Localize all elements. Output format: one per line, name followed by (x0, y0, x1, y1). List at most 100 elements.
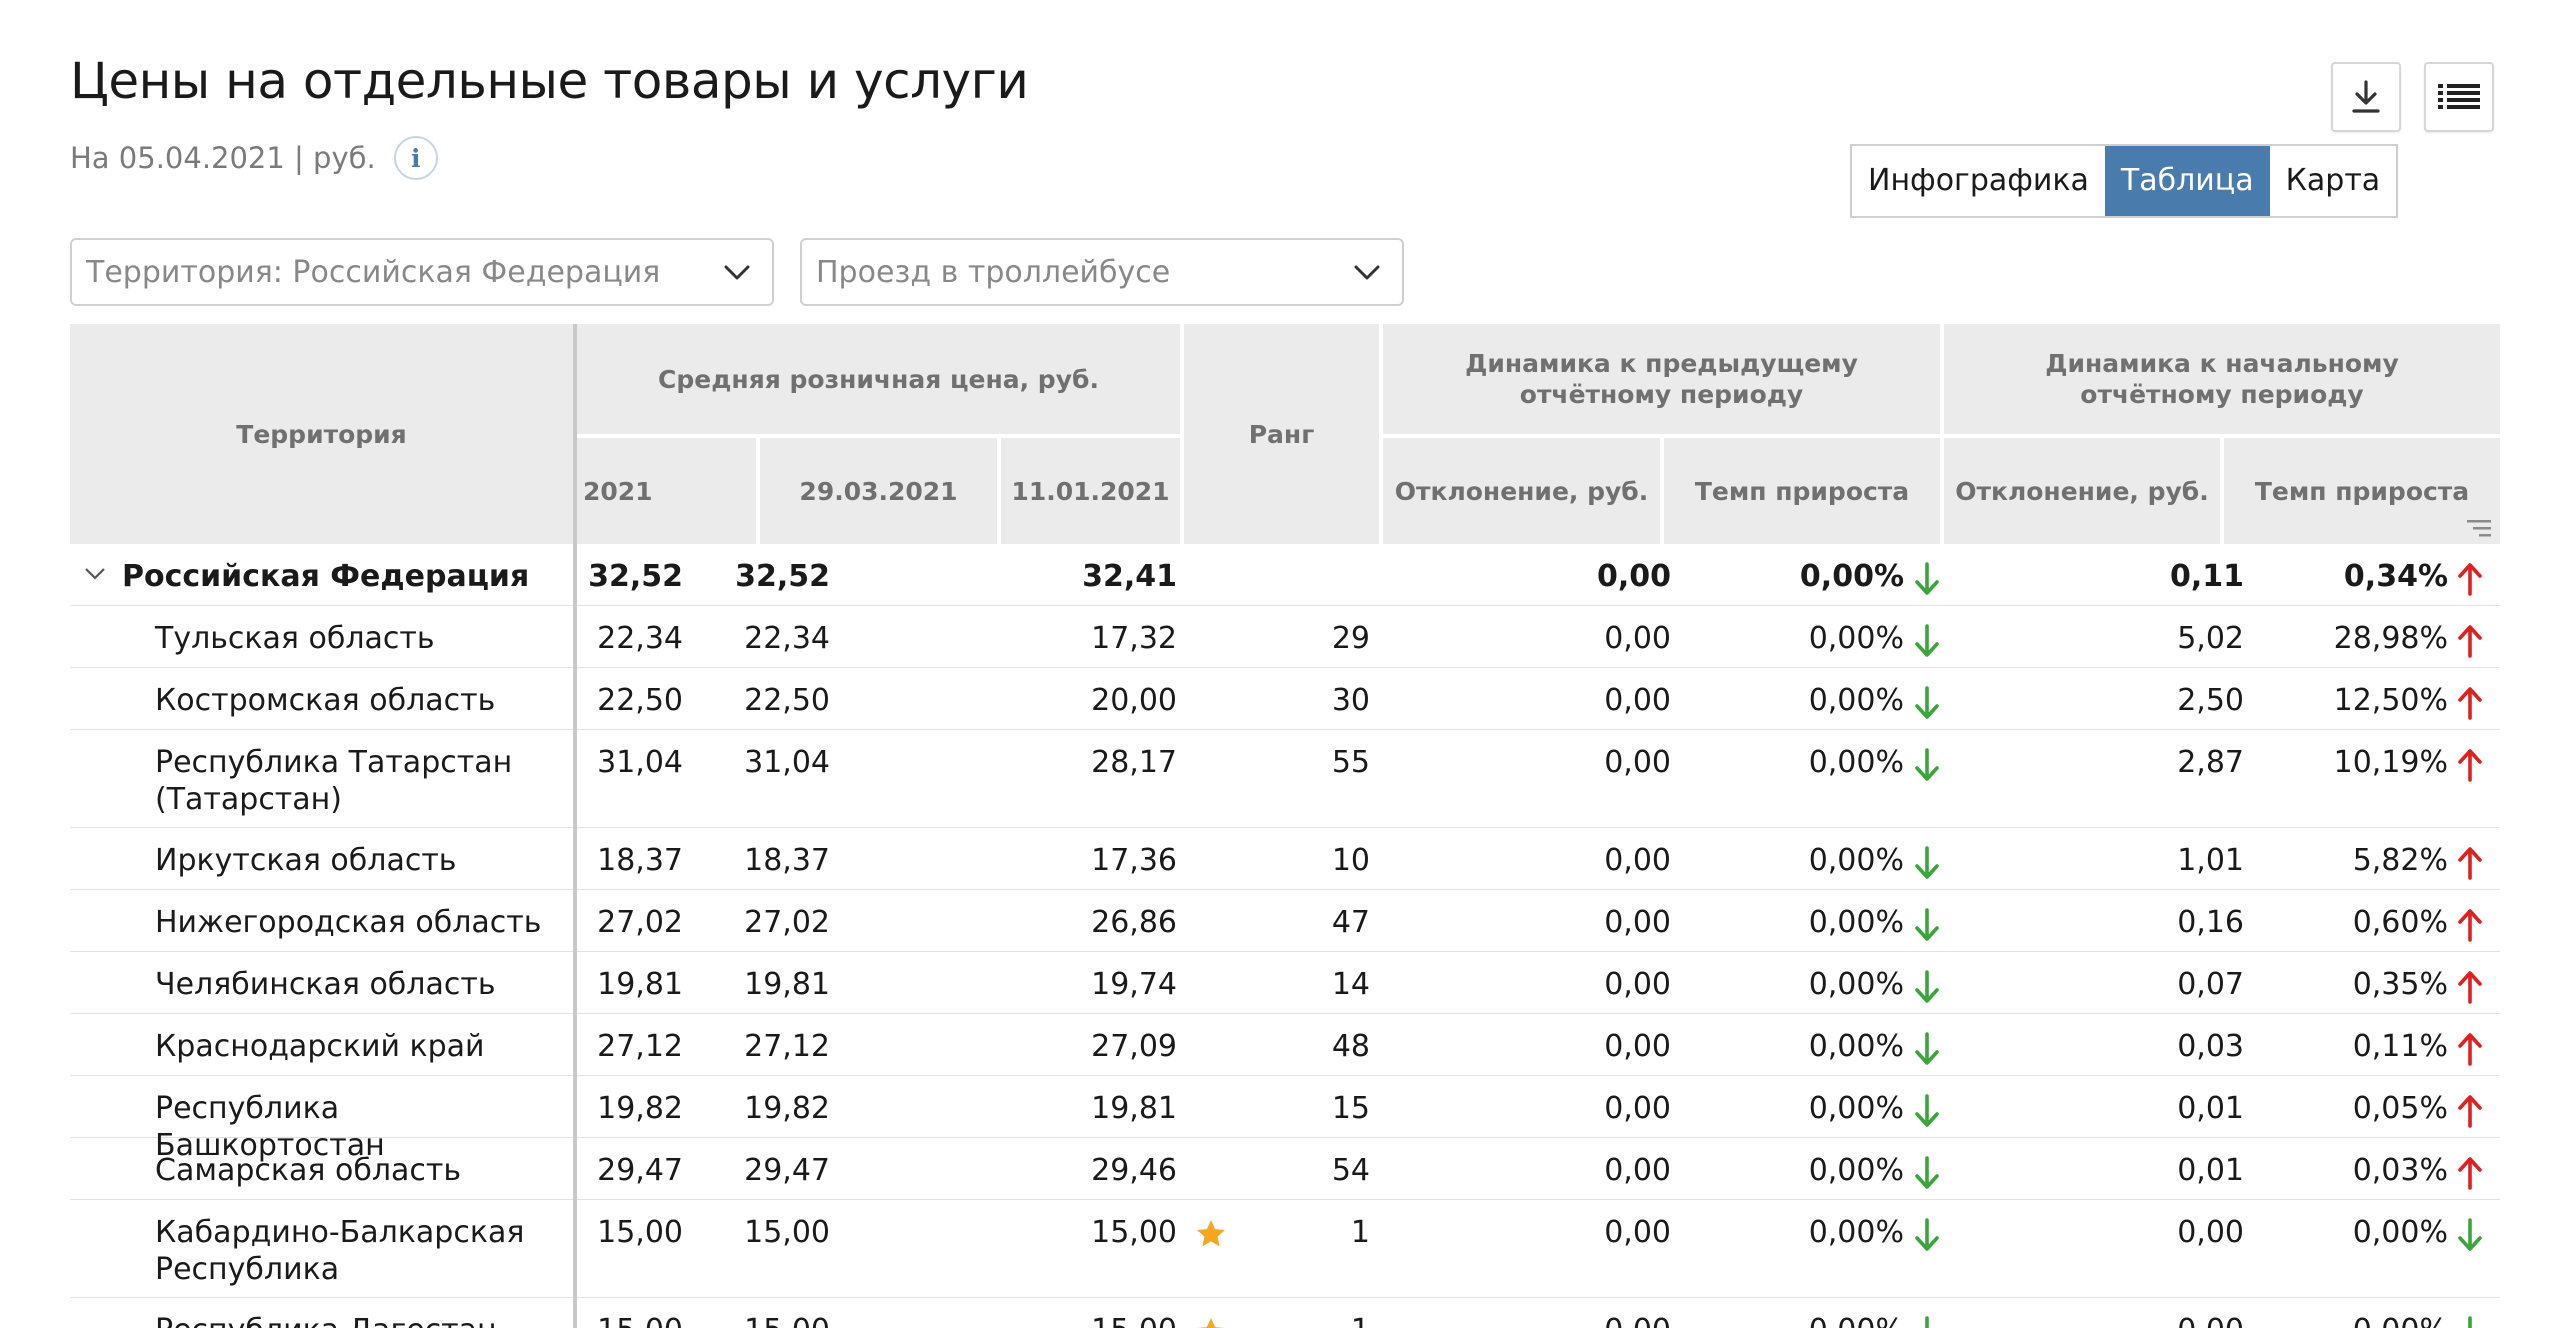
arrow-down-icon (1915, 1032, 1939, 1065)
price-date-2: 15,00 (744, 1215, 830, 1250)
deviation-initial: 0,01 (2177, 1153, 2244, 1188)
rank-value: 30 (1331, 683, 1370, 718)
rank-value: 14 (1331, 967, 1370, 1002)
price-date-3: 26,86 (1091, 905, 1177, 940)
price-date-2: 19,81 (744, 967, 830, 1002)
arrow-down-icon (1915, 846, 1939, 879)
deviation-initial: 0,00 (2177, 1215, 2244, 1250)
growth-rate-previous: 0,00% (1808, 745, 1904, 780)
header-date-2[interactable]: 29.03.2021 (760, 438, 997, 544)
arrow-down-icon (1915, 908, 1939, 941)
rank-value: 1 (1250, 1312, 1370, 1328)
table-row[interactable]: Челябинская область 19,81 19,81 19,74 14 0,00… (70, 952, 2500, 1014)
deviation-initial: 0,11 (2169, 559, 2244, 594)
arrow-down-icon (2468, 1316, 2472, 1328)
price-date-3: 29,46 (1091, 1153, 1177, 1188)
price-date-3: 19,81 (1091, 1091, 1177, 1126)
header-growth-rate-1[interactable]: Темп прироста (1664, 438, 1940, 544)
table-row[interactable]: Костромская область 22,50 22,50 20,00 30 0,00… (70, 668, 2500, 730)
star-icon (1197, 1220, 1225, 1247)
page: Цены на отдельные товары и услуги На 05.… (0, 0, 2560, 1328)
download-button[interactable] (2331, 62, 2401, 132)
table-row[interactable]: Иркутская область 18,37 18,37 17,36 10 0,00 0,… (70, 828, 2500, 890)
download-icon (2352, 80, 2380, 113)
growth-rate-initial: 0,35% (2352, 967, 2448, 1002)
price-date-3: 28,17 (1091, 745, 1177, 780)
territory-name: Кабардино-Балкарская Республика (155, 1215, 525, 1287)
growth-rate-previous: 0,00% (1808, 967, 1904, 1002)
table-row[interactable]: Нижегородская область 27,02 27,02 26,86 47 0,… (70, 890, 2500, 952)
info-icon[interactable]: i (393, 136, 438, 180)
view-option-1[interactable]: Таблица (2104, 146, 2270, 216)
view-switch: Инфографика Таблица Карта (1850, 144, 2399, 218)
expand-chevron-icon[interactable] (84, 566, 106, 582)
deviation-previous: 0,00 (1604, 621, 1671, 656)
chevron-down-icon (724, 265, 750, 280)
deviation-previous: 0,00 (1604, 683, 1671, 718)
header-deviation-1[interactable]: Отклонение, руб. (1383, 438, 1660, 544)
arrow-down-icon (1915, 562, 1939, 595)
arrow-down-icon (1915, 970, 1939, 1003)
product-select[interactable]: Проезд в троллейбусе (800, 238, 1404, 306)
price-date-1: 31,04 (597, 745, 683, 780)
price-date-1: 27,12 (597, 1029, 683, 1064)
column-settings-icon[interactable] (2467, 520, 2491, 538)
star-icon (1197, 1318, 1225, 1328)
price-date-3: 17,36 (1091, 843, 1177, 878)
header-deviation-2[interactable]: Отклонение, руб. (1944, 438, 2220, 544)
table-row[interactable]: Республика Дагестан15,0015,0015,0010,000… (70, 1298, 2500, 1328)
table-row[interactable]: Республика Башкортостан 19,82 19,82 19,81 15… (70, 1076, 2500, 1163)
table-row[interactable]: Российская Федерация 32,52 32,52 32,41 0,00 0… (70, 544, 2500, 606)
table-row[interactable]: Тульская область 22,34 22,34 17,32 29 0,00 0,0… (70, 606, 2500, 668)
deviation-previous: 0,00 (1604, 1215, 1671, 1250)
header-date-1[interactable]: 2021 (577, 438, 756, 544)
arrow-up-icon (2458, 1095, 2482, 1128)
view-option-2[interactable]: Карта (2270, 146, 2397, 216)
price-date-3: 15,00 (1017, 1312, 1177, 1328)
subtitle-text: На 05.04.2021 | руб. (70, 141, 376, 175)
deviation-previous: 0,00 (1491, 1312, 1671, 1328)
deviation-previous: 0,00 (1604, 1153, 1671, 1188)
view-option-0[interactable]: Инфографика (1852, 146, 2105, 216)
arrow-down-icon (1915, 1094, 1939, 1127)
deviation-initial: 5,02 (2177, 621, 2244, 656)
growth-rate-initial: 28,98% (2333, 621, 2448, 656)
list-menu-icon (2438, 84, 2480, 109)
arrow-up-icon (2458, 687, 2482, 720)
growth-rate-initial: 12,50% (2333, 683, 2448, 718)
growth-rate-previous: 0,00% (1808, 1029, 1904, 1064)
price-date-3: 20,00 (1091, 683, 1177, 718)
arrow-down-icon (1915, 748, 1939, 781)
growth-rate-initial: 0,60% (2352, 905, 2448, 940)
header-growth-rate-2[interactable]: Темп прироста (2224, 438, 2500, 544)
header-rank[interactable]: Ранг (1184, 324, 1379, 544)
rank-value: 29 (1331, 621, 1370, 656)
arrow-down-icon (1915, 1156, 1939, 1189)
rank-value: 54 (1331, 1153, 1370, 1188)
growth-rate-previous: 0,00% (1724, 1312, 1904, 1328)
territory-name: Нижегородская область (155, 905, 542, 940)
table-row[interactable]: Самарская область 29,47 29,47 29,46 54 0,00 0,… (70, 1138, 2500, 1200)
growth-rate-previous: 0,00% (1808, 1091, 1904, 1126)
growth-rate-previous: 0,00% (1808, 621, 1904, 656)
list-menu-button[interactable] (2424, 62, 2494, 132)
table-row[interactable]: Краснодарский край 27,12 27,12 27,09 48 0,00 0… (70, 1014, 2500, 1076)
table-row[interactable]: Кабардино-Балкарская Республика 15,00 15,0… (70, 1200, 2500, 1298)
price-date-1: 15,00 (523, 1312, 683, 1328)
header-date-3[interactable]: 11.01.2021 (1001, 438, 1180, 544)
header-dynamics-previous: Динамика к предыдущему отчётному периоду (1383, 324, 1940, 434)
header-dynamics-initial: Динамика к начальному отчётному периоду (1944, 324, 2500, 434)
rank-value: 10 (1331, 843, 1370, 878)
deviation-previous: 0,00 (1604, 1029, 1671, 1064)
territory-select[interactable]: Территория: Российская Федерация (70, 238, 774, 306)
price-date-2: 27,12 (744, 1029, 830, 1064)
deviation-previous: 0,00 (1596, 559, 1671, 594)
table-row[interactable]: Республика Татарстан (Татарстан) 31,04 31,… (70, 730, 2500, 828)
header-territory[interactable]: Территория (70, 324, 573, 544)
arrow-up-icon (2458, 625, 2482, 658)
price-date-1: 22,34 (597, 621, 683, 656)
growth-rate-initial: 0,00% (2268, 1312, 2448, 1328)
territory-name: Челябинская область (155, 967, 496, 1002)
growth-rate-initial: 5,82% (2352, 843, 2448, 878)
price-date-1: 19,82 (597, 1091, 683, 1126)
